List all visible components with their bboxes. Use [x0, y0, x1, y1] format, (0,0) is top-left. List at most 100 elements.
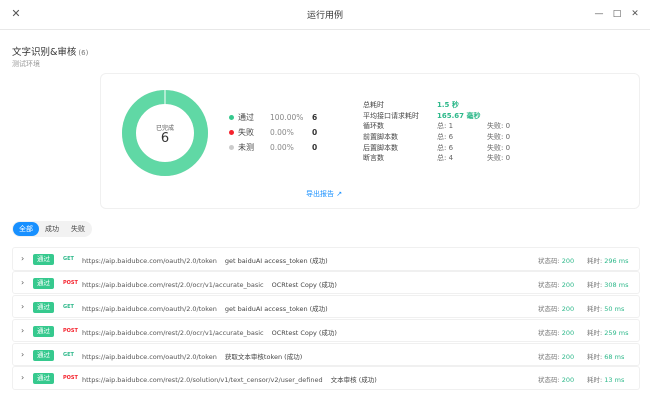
pass-badge: 通过	[33, 254, 54, 265]
stat-loops: 循环数 总: 1 失败: 0	[363, 121, 510, 132]
run-report-content: 文字识别&审核 (6) 测试环境 已完成 6 通过 100.00% 6 失败 0.…	[0, 31, 650, 407]
external-link-icon: ↗	[336, 190, 343, 198]
request-url-line: https://aip.baidubce.com/oauth/2.0/token…	[82, 255, 328, 265]
pass-badge: 通过	[33, 277, 54, 289]
stat-total: 总: 6	[437, 133, 454, 142]
run-stats: 总耗时 1.5 秒 平均接口请求耗时 165.67 毫秒 循环数 总: 1 失败…	[363, 100, 510, 164]
time-label: 耗时:	[587, 352, 603, 361]
suite-name: 文字识别&审核	[12, 47, 77, 58]
request-url-line: https://aip.baidubce.com/oauth/2.0/token…	[82, 303, 328, 313]
window-title: 运行用例	[306, 11, 343, 21]
request-url: https://aip.baidubce.com/rest/2.0/soluti…	[82, 376, 323, 385]
pass-badge: 通过	[33, 325, 54, 337]
stat-value: 165.67 毫秒	[437, 111, 481, 120]
http-method: GET	[63, 256, 74, 262]
stat-total: 总: 6	[437, 143, 454, 152]
request-row[interactable]: › 通过 POST https://aip.baidubce.com/rest/2.0…	[12, 318, 640, 343]
request-url: https://aip.baidubce.com/rest/2.0/ocr/v1…	[82, 328, 264, 337]
result-filter-tabs: 全部 成功 失败	[12, 221, 92, 237]
minimize-icon[interactable]: —	[594, 8, 604, 20]
suite-title: 文字识别&审核 (6)	[12, 44, 88, 58]
stat-fail: 失败: 0	[487, 154, 511, 163]
chevron-right-icon[interactable]: ›	[21, 302, 24, 311]
time-value: 259 ms	[604, 328, 629, 337]
elapsed-time: 耗时: 50 ms	[587, 303, 624, 313]
export-report-link[interactable]: 导出报告 ↗	[306, 189, 342, 199]
time-label: 耗时:	[587, 304, 603, 313]
status-code: 状态码: 200	[538, 327, 574, 337]
status-value: 200	[561, 257, 575, 265]
http-method: GET	[63, 351, 74, 358]
request-row[interactable]: › 通过 POST https://aip.baidubce.com/rest/2.0…	[12, 366, 640, 391]
request-name: 文本审核 (成功)	[330, 376, 377, 385]
request-url-line: https://aip.baidubce.com/rest/2.0/soluti…	[82, 374, 377, 384]
stat-assertions: 断言数 总: 4 失败: 0	[363, 153, 510, 164]
donut-center-value: 6	[160, 131, 170, 146]
request-row[interactable]: › 通过 GET https://aip.baidubce.com/oauth/2.0…	[12, 247, 640, 271]
close-icon[interactable]: ✕	[630, 8, 640, 20]
http-method: POST	[63, 375, 78, 382]
time-label: 耗时:	[587, 328, 603, 337]
time-label: 耗时:	[587, 376, 603, 385]
request-row[interactable]: › 通过 GET https://aip.baidubce.com/oauth/2.0…	[12, 294, 640, 319]
legend-name: 失败	[238, 128, 254, 137]
request-name: 获取文本审核token (成功)	[224, 352, 303, 361]
legend-percent: 100.00%	[270, 113, 304, 122]
stat-avg-time: 平均接口请求耗时 165.67 毫秒	[363, 111, 510, 122]
pass-badge: 通过	[33, 373, 54, 385]
legend-dot-fail	[229, 130, 234, 135]
stat-fail: 失败: 0	[487, 122, 511, 131]
status-label: 状态码:	[538, 304, 560, 313]
pass-badge: 通过	[33, 349, 54, 361]
pass-badge: 通过	[33, 301, 54, 313]
legend-count: 6	[312, 113, 318, 122]
environment-label: 测试环境	[12, 60, 40, 68]
suite-count: (6)	[78, 49, 89, 57]
request-result-list: › 通过 GET https://aip.baidubce.com/oauth/2.0…	[12, 247, 640, 391]
time-value: 68 ms	[604, 352, 625, 361]
status-label: 状态码:	[538, 328, 560, 337]
stat-label: 后置脚本数	[363, 143, 398, 152]
request-url: https://aip.baidubce.com/oauth/2.0/token	[82, 352, 217, 361]
chevron-right-icon[interactable]: ›	[21, 373, 24, 382]
request-url: https://aip.baidubce.com/oauth/2.0/token	[82, 304, 217, 313]
stat-total: 总: 1	[437, 122, 454, 131]
time-value: 50 ms	[604, 304, 625, 313]
elapsed-time: 耗时: 259 ms	[587, 327, 628, 337]
time-value: 308 ms	[604, 280, 629, 289]
legend-row-untested: 未测 0.00% 0	[229, 140, 317, 155]
request-row[interactable]: › 通过 POST https://aip.baidubce.com/rest/2.0…	[12, 270, 640, 295]
window-controls: — □ ✕	[594, 8, 640, 20]
stat-label: 总耗时	[363, 101, 384, 110]
chevron-right-icon[interactable]: ›	[21, 254, 24, 263]
chevron-right-icon[interactable]: ›	[21, 350, 24, 359]
time-value: 13 ms	[604, 376, 625, 385]
summary-card: 已完成 6 通过 100.00% 6 失败 0.00% 0 未测 0.00% 0	[100, 73, 640, 209]
request-url-line: https://aip.baidubce.com/rest/2.0/ocr/v1…	[82, 327, 337, 337]
stat-pre-scripts: 前置脚本数 总: 6 失败: 0	[363, 132, 510, 143]
filter-success[interactable]: 成功	[39, 222, 65, 236]
donut-center: 已完成 6	[121, 89, 209, 177]
chevron-right-icon[interactable]: ›	[21, 326, 24, 335]
stat-total-time: 总耗时 1.5 秒	[363, 100, 510, 111]
chevron-right-icon[interactable]: ›	[21, 278, 24, 287]
status-value: 200	[561, 376, 575, 385]
elapsed-time: 耗时: 296 ms	[587, 255, 628, 265]
status-code: 状态码: 200	[538, 303, 574, 313]
http-method: GET	[63, 303, 74, 310]
status-label: 状态码:	[538, 376, 560, 385]
request-row[interactable]: › 通过 GET https://aip.baidubce.com/oauth/2.0…	[12, 342, 640, 367]
legend-row-pass: 通过 100.00% 6	[229, 110, 317, 125]
legend-percent: 0.00%	[270, 128, 294, 137]
status-code: 状态码: 200	[538, 374, 574, 384]
filter-all[interactable]: 全部	[13, 222, 39, 236]
request-name: OCRtest Copy (成功)	[271, 328, 337, 337]
stat-label: 断言数	[363, 154, 384, 163]
http-method: POST	[63, 279, 78, 286]
elapsed-time: 耗时: 68 ms	[587, 351, 624, 361]
filter-failed[interactable]: 失败	[65, 222, 91, 236]
stat-label: 循环数	[363, 122, 384, 131]
status-code: 状态码: 200	[538, 255, 574, 265]
legend-count: 0	[312, 143, 318, 152]
maximize-icon[interactable]: □	[612, 8, 622, 20]
